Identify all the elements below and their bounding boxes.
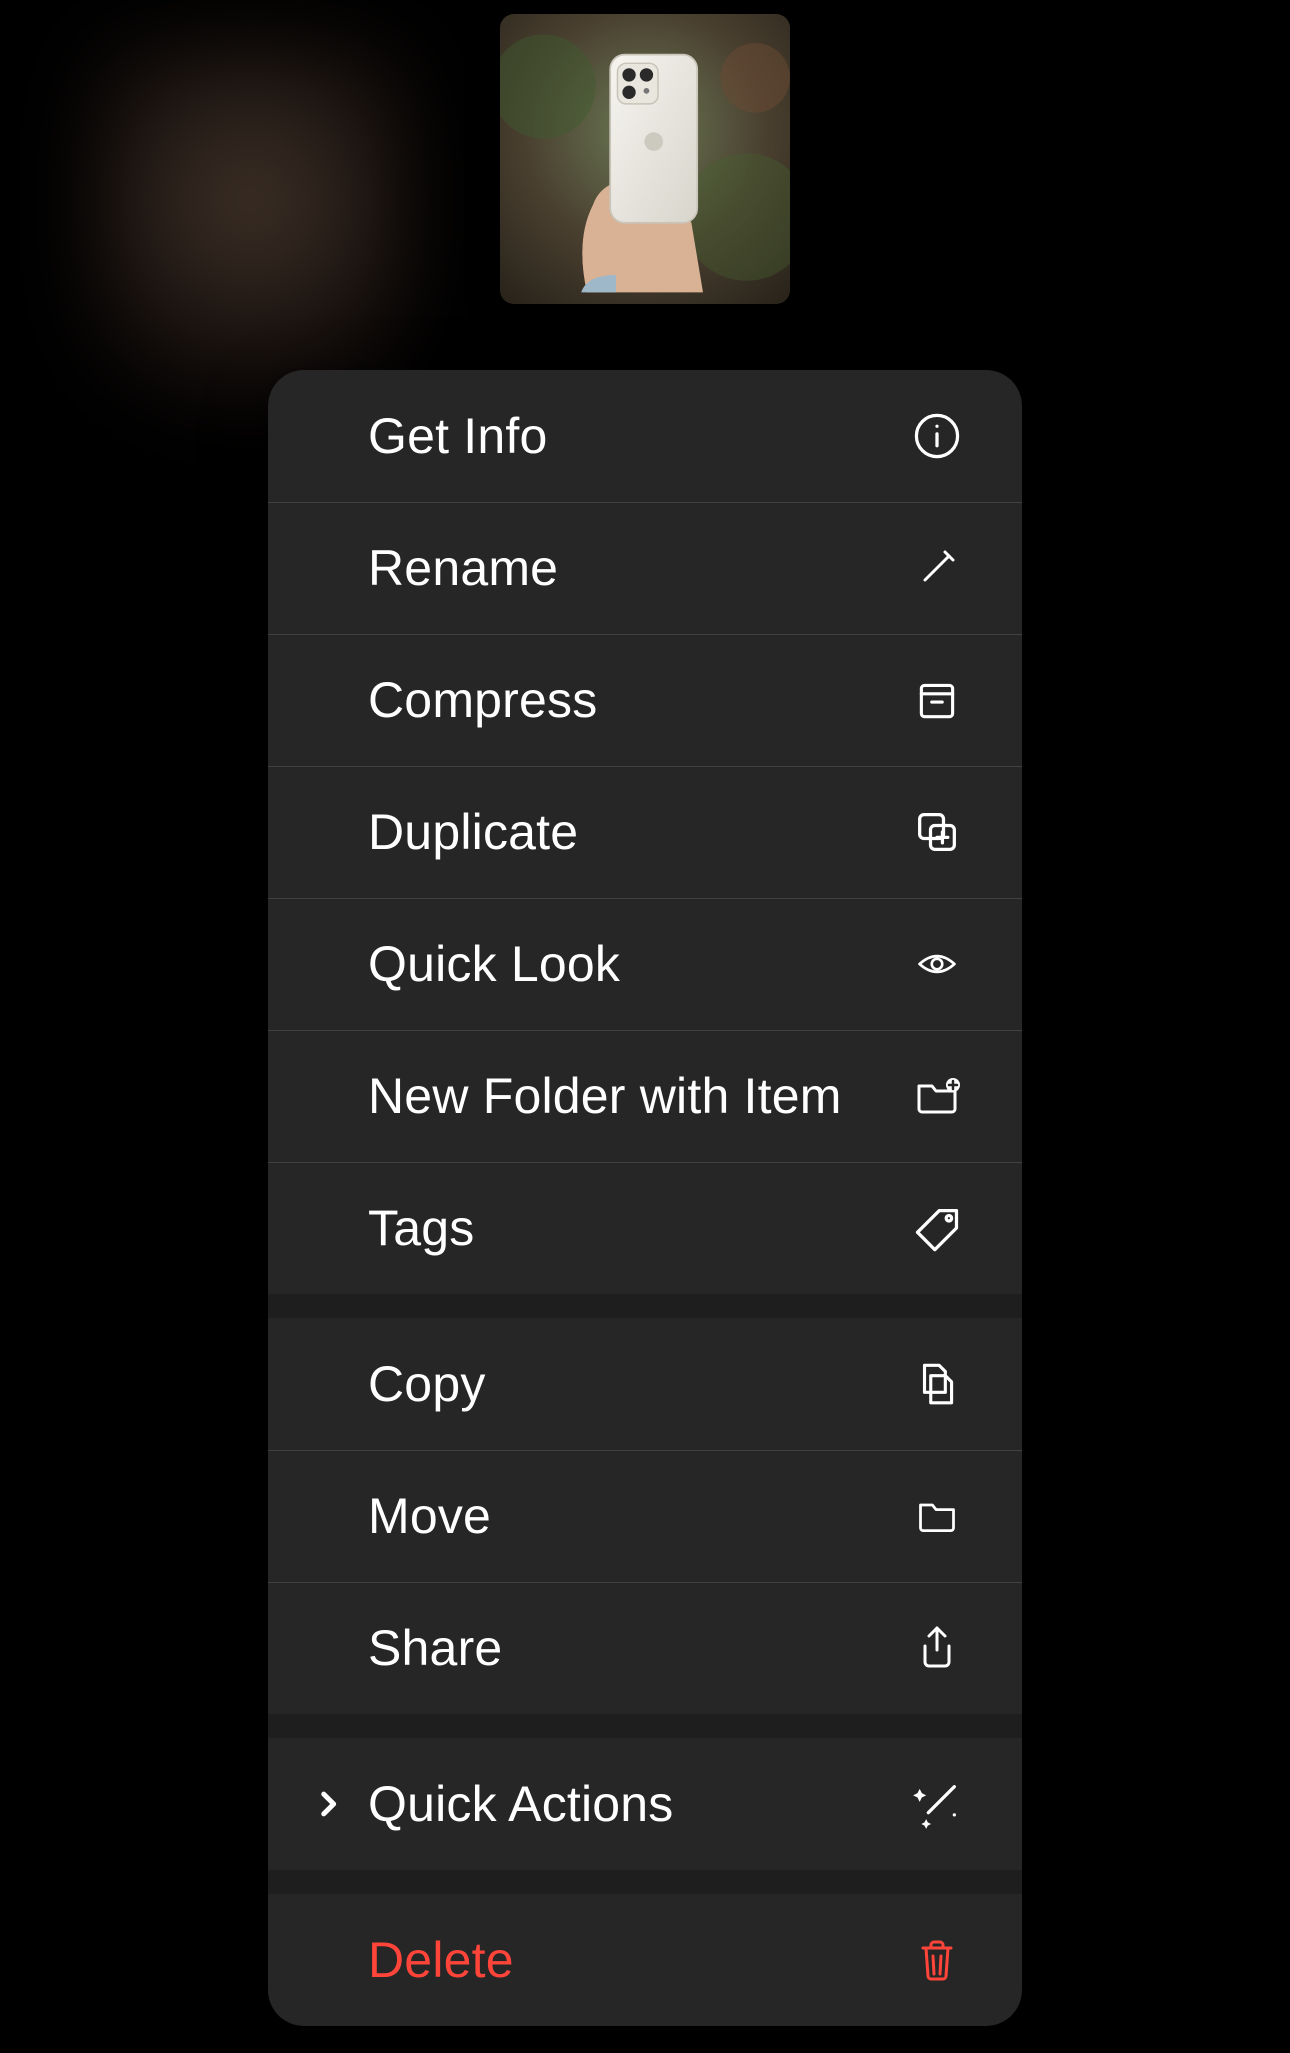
menu-item-label: Quick Look xyxy=(368,935,902,993)
menu-item-label: Duplicate xyxy=(368,803,902,861)
pencil-icon xyxy=(902,533,972,603)
file-preview-thumbnail[interactable] xyxy=(500,14,790,304)
menu-item-duplicate[interactable]: Duplicate xyxy=(268,766,1022,898)
archive-icon xyxy=(902,665,972,735)
menu-item-label: Delete xyxy=(368,1931,902,1989)
menu-item-copy[interactable]: Copy xyxy=(268,1318,1022,1450)
menu-item-label: Copy xyxy=(368,1355,902,1413)
menu-item-quick-look[interactable]: Quick Look xyxy=(268,898,1022,1030)
menu-item-move[interactable]: Move xyxy=(268,1450,1022,1582)
menu-group-destructive: Delete xyxy=(268,1894,1022,2026)
menu-item-new-folder-with-item[interactable]: New Folder with Item xyxy=(268,1030,1022,1162)
magic-wand-icon xyxy=(902,1769,972,1839)
trash-icon xyxy=(902,1925,972,1995)
menu-item-label: Compress xyxy=(368,671,902,729)
menu-item-label: Tags xyxy=(368,1199,902,1257)
chevron-right-icon xyxy=(298,1787,358,1821)
menu-group-quick-actions: Quick Actions xyxy=(268,1738,1022,1870)
menu-group-clipboard: Copy Move Share xyxy=(268,1318,1022,1714)
menu-item-share[interactable]: Share xyxy=(268,1582,1022,1714)
menu-item-label: Get Info xyxy=(368,407,902,465)
context-menu: Get Info Rename Compress xyxy=(268,370,1022,2026)
menu-item-quick-actions[interactable]: Quick Actions xyxy=(268,1738,1022,1870)
menu-item-label: Rename xyxy=(368,539,902,597)
tag-icon xyxy=(902,1193,972,1263)
menu-group-file-ops: Get Info Rename Compress xyxy=(268,370,1022,1294)
share-icon xyxy=(902,1613,972,1683)
menu-item-delete[interactable]: Delete xyxy=(268,1894,1022,2026)
folder-plus-icon xyxy=(902,1061,972,1131)
doc-on-doc-icon xyxy=(902,1349,972,1419)
info-icon xyxy=(902,401,972,471)
thumbnail-image xyxy=(500,14,790,304)
menu-item-tags[interactable]: Tags xyxy=(268,1162,1022,1294)
duplicate-icon xyxy=(902,797,972,867)
folder-icon xyxy=(902,1481,972,1551)
menu-item-label: Share xyxy=(368,1619,902,1677)
menu-item-get-info[interactable]: Get Info xyxy=(268,370,1022,502)
menu-separator xyxy=(268,1294,1022,1318)
menu-item-compress[interactable]: Compress xyxy=(268,634,1022,766)
menu-item-label: New Folder with Item xyxy=(368,1067,902,1125)
menu-separator xyxy=(268,1870,1022,1894)
menu-separator xyxy=(268,1714,1022,1738)
menu-item-label: Quick Actions xyxy=(368,1775,902,1833)
menu-item-label: Move xyxy=(368,1487,902,1545)
menu-item-rename[interactable]: Rename xyxy=(268,502,1022,634)
eye-icon xyxy=(902,929,972,999)
